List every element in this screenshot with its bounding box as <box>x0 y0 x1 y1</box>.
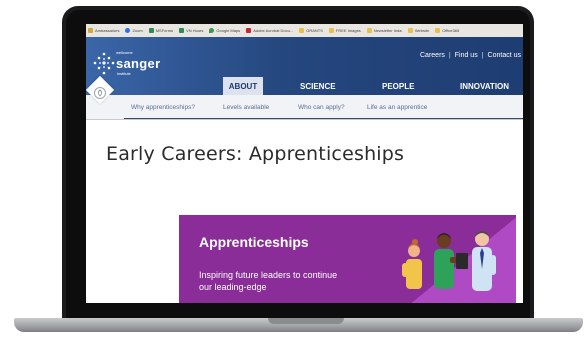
map-pin-icon <box>209 28 215 33</box>
bookmark-item[interactable]: Zoom <box>125 28 143 33</box>
folder-icon <box>299 28 305 33</box>
contact-us-link[interactable]: Contact us <box>488 52 521 59</box>
subnav-divider <box>124 118 523 119</box>
bookmark-item[interactable]: Adobe Acrobat Docu... <box>246 28 293 33</box>
careers-link[interactable]: Careers <box>420 52 445 59</box>
zoom-icon <box>125 28 131 33</box>
pdf-icon <box>246 28 252 33</box>
utility-links: Careers | Find us | Contact us <box>420 52 521 59</box>
page-title: Early Careers: Apprenticeships <box>106 143 405 165</box>
bookmark-item[interactable]: Website <box>407 28 429 33</box>
bookmark-item[interactable]: VN Hours <box>179 28 203 33</box>
separator: | <box>481 52 484 59</box>
leaf-icon <box>94 87 106 99</box>
nav-innovation[interactable]: INNOVATION <box>460 82 509 91</box>
browser-screen: Ambassadors Zoom MSForms VN Hours Google… <box>86 24 523 303</box>
hero-banner: Apprenticeships Inspiring future leaders… <box>179 215 516 303</box>
logo-dots-icon <box>93 52 115 75</box>
bookmark-item[interactable]: Ambassadors <box>88 28 119 33</box>
subnav-levels-available[interactable]: Levels available <box>223 104 269 111</box>
folder-icon <box>407 28 413 33</box>
logo-institute-text: institute <box>117 71 131 76</box>
bookmark-item[interactable]: MSForms <box>148 28 173 33</box>
bookmark-icon <box>88 28 93 33</box>
bookmarks-bar: Ambassadors Zoom MSForms VN Hours Google… <box>86 24 523 37</box>
logo-wellcome-text: wellcome <box>116 50 133 55</box>
forms-icon <box>148 28 154 33</box>
laptop-notch <box>268 318 344 324</box>
section-subnav: Why apprenticeships? Levels available Wh… <box>86 95 523 120</box>
hero-title: Apprenticeships <box>199 234 309 250</box>
bookmark-item[interactable]: Newsletter links <box>366 28 402 33</box>
bookmark-item[interactable]: Office365 <box>435 28 459 33</box>
folder-icon <box>366 28 372 33</box>
subnav-who-can-apply[interactable]: Who can apply? <box>298 104 345 111</box>
nav-about[interactable]: ABOUT <box>223 77 263 95</box>
subnav-why-apprenticeships[interactable]: Why apprenticeships? <box>131 104 195 111</box>
subnav-life-as-apprentice[interactable]: Life as an apprentice <box>367 104 427 111</box>
hero-subtitle: Inspiring future leaders to continue our… <box>199 270 338 292</box>
folder-icon <box>435 28 441 33</box>
site-header: wellcome sanger institute Careers | Find… <box>86 37 523 95</box>
nav-science[interactable]: SCIENCE <box>300 82 336 91</box>
separator: | <box>448 52 451 59</box>
find-us-link[interactable]: Find us <box>455 52 478 59</box>
folder-icon <box>328 28 334 33</box>
nav-people[interactable]: PEOPLE <box>382 82 414 91</box>
apprentices-illustration-icon <box>402 231 496 291</box>
bookmark-item[interactable]: Google Maps <box>209 28 240 33</box>
leaf-glyph-icon <box>98 89 102 97</box>
forms-icon <box>179 28 185 33</box>
logo-sanger-text: sanger <box>116 56 161 71</box>
bookmark-item[interactable]: FREE Images <box>328 28 361 33</box>
bookmark-item[interactable]: GRANTS <box>299 28 323 33</box>
